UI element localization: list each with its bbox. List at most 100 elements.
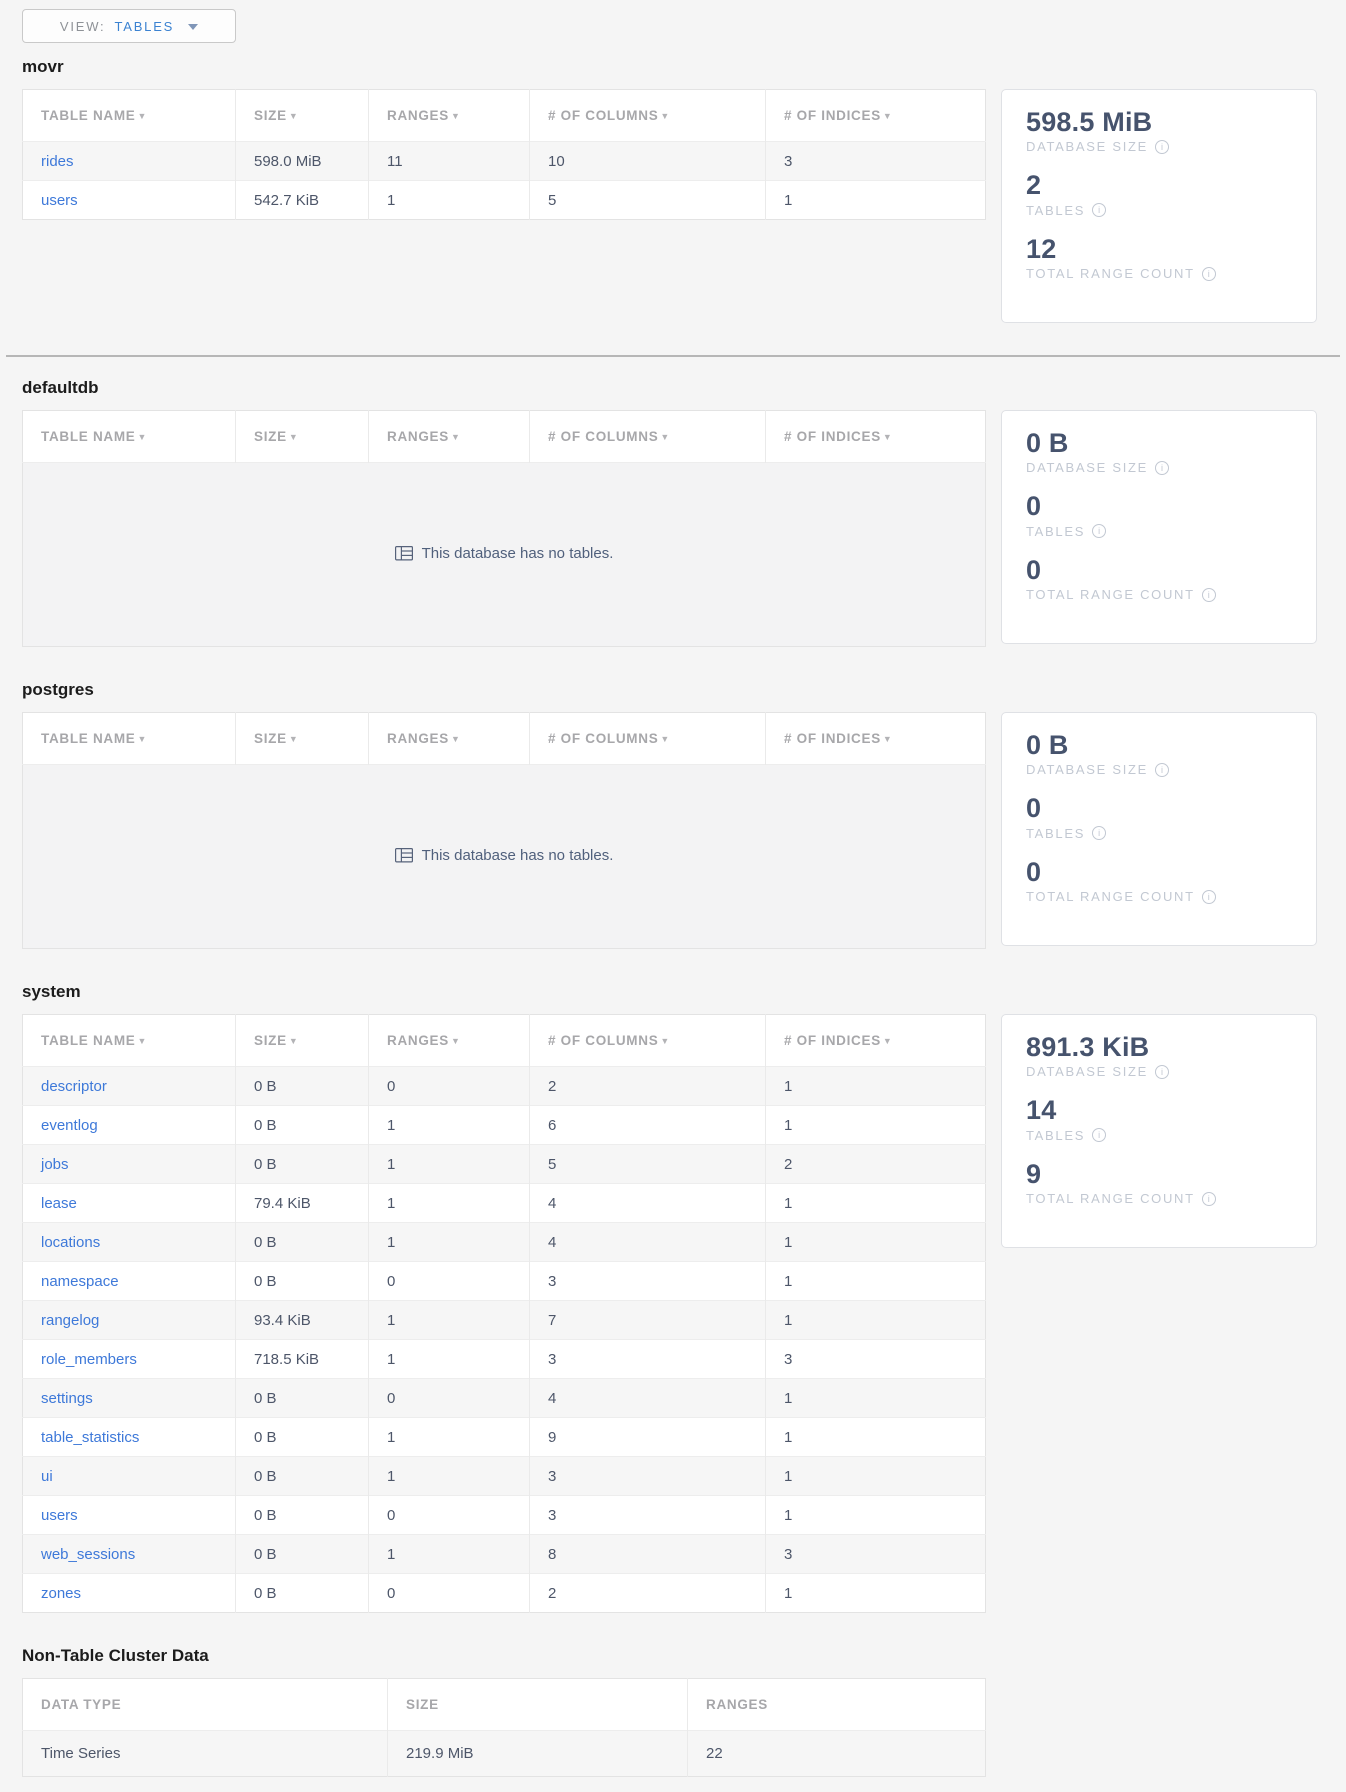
info-icon[interactable]: i — [1092, 1128, 1106, 1142]
table-cell: 0 B — [236, 1574, 369, 1613]
table-name-link[interactable]: role_members — [41, 1351, 137, 1368]
sort-desc-icon: ▼ — [451, 1036, 461, 1046]
table-cell: 79.4 KiB — [236, 1184, 369, 1223]
info-icon[interactable]: i — [1155, 763, 1169, 777]
stat-label-text: TABLES — [1026, 524, 1085, 539]
table-name-link[interactable]: rides — [41, 153, 74, 170]
table-cell: 7 — [530, 1301, 766, 1340]
info-icon[interactable]: i — [1092, 524, 1106, 538]
column-header-table-name[interactable]: TABLE NAME▼ — [23, 411, 236, 463]
info-icon[interactable]: i — [1202, 890, 1216, 904]
table-name-cell: web_sessions — [23, 1535, 236, 1574]
column-header-indices[interactable]: # OF INDICES▼ — [766, 90, 986, 142]
table-name-cell: jobs — [23, 1145, 236, 1184]
stat-tables: 0 TABLESi — [1026, 490, 1292, 538]
table-name-link[interactable]: users — [41, 192, 78, 209]
table-name-link[interactable]: jobs — [41, 1156, 69, 1173]
table-name-link[interactable]: table_statistics — [41, 1429, 139, 1446]
info-icon[interactable]: i — [1092, 203, 1106, 217]
info-icon[interactable]: i — [1202, 267, 1216, 281]
column-header-size[interactable]: SIZE▼ — [236, 90, 369, 142]
table-name-cell: locations — [23, 1223, 236, 1262]
info-icon[interactable]: i — [1155, 461, 1169, 475]
column-header-label: RANGES — [387, 429, 449, 444]
table-cell: 0 B — [236, 1067, 369, 1106]
table-name-link[interactable]: settings — [41, 1390, 93, 1407]
table-name-link[interactable]: zones — [41, 1585, 81, 1602]
stat-label-text: TOTAL RANGE COUNT — [1026, 587, 1195, 602]
stat-label-text: DATABASE SIZE — [1026, 460, 1148, 475]
table-row: namespace0 B031 — [23, 1262, 986, 1301]
column-header-table-name[interactable]: TABLE NAME▼ — [23, 1015, 236, 1067]
info-icon[interactable]: i — [1092, 826, 1106, 840]
table-row: ui0 B131 — [23, 1457, 986, 1496]
column-header-ranges[interactable]: RANGES▼ — [369, 713, 530, 765]
table-row: users542.7 KiB151 — [23, 181, 986, 220]
table-name-link[interactable]: web_sessions — [41, 1546, 135, 1563]
column-header-size[interactable]: SIZE▼ — [236, 713, 369, 765]
column-header-ranges[interactable]: RANGES▼ — [369, 1015, 530, 1067]
range-count-label: TOTAL RANGE COUNT i — [1026, 587, 1292, 602]
column-header-table-name[interactable]: TABLE NAME▼ — [23, 90, 236, 142]
info-icon[interactable]: i — [1202, 588, 1216, 602]
column-header-ranges[interactable]: RANGES▼ — [369, 90, 530, 142]
table-cell: 3 — [530, 1496, 766, 1535]
stat-range-count: 9 TOTAL RANGE COUNTi — [1026, 1158, 1292, 1206]
table-name-link[interactable]: descriptor — [41, 1078, 107, 1095]
column-header-ranges[interactable]: RANGES▼ — [369, 411, 530, 463]
column-header-indices[interactable]: # OF INDICES▼ — [766, 1015, 986, 1067]
table-cell: 5 — [530, 1145, 766, 1184]
table-cell: 1 — [369, 1145, 530, 1184]
info-icon[interactable]: i — [1155, 1065, 1169, 1079]
table-cell: 1 — [369, 1184, 530, 1223]
empty-state: This database has no tables. — [395, 847, 614, 864]
column-header-label: DATA TYPE — [41, 1697, 121, 1712]
table-cell: 1 — [766, 181, 986, 220]
table-name-link[interactable]: rangelog — [41, 1312, 99, 1329]
stat-range-count: 0 TOTAL RANGE COUNTi — [1026, 554, 1292, 602]
table-cell: 219.9 MiB — [388, 1731, 688, 1777]
column-header-label: SIZE — [254, 429, 287, 444]
table-name-link[interactable]: eventlog — [41, 1117, 98, 1134]
table-name-link[interactable]: users — [41, 1507, 78, 1524]
column-header-indices[interactable]: # OF INDICES▼ — [766, 713, 986, 765]
column-header-size[interactable]: SIZE▼ — [236, 411, 369, 463]
column-header-table-name[interactable]: TABLE NAME▼ — [23, 713, 236, 765]
table-cell: 0 B — [236, 1535, 369, 1574]
database-size-label: DATABASE SIZE i — [1026, 460, 1292, 475]
info-icon[interactable]: i — [1202, 1192, 1216, 1206]
table-cell: 3 — [530, 1457, 766, 1496]
tables-count-value: 14 — [1026, 1094, 1292, 1126]
sort-desc-icon: ▼ — [289, 432, 299, 442]
table-name-link[interactable]: lease — [41, 1195, 77, 1212]
table-cell: 3 — [530, 1340, 766, 1379]
table-name-link[interactable]: namespace — [41, 1273, 119, 1290]
table-name-link[interactable]: ui — [41, 1468, 53, 1485]
table-cell: 0 — [369, 1496, 530, 1535]
table-cell: 0 B — [236, 1379, 369, 1418]
column-header-size[interactable]: SIZE▼ — [236, 1015, 369, 1067]
stat-label-text: TOTAL RANGE COUNT — [1026, 889, 1195, 904]
table-name-link[interactable]: locations — [41, 1234, 100, 1251]
column-header-columns[interactable]: # OF COLUMNS▼ — [530, 90, 766, 142]
sort-desc-icon: ▼ — [138, 432, 148, 442]
table-name-cell: namespace — [23, 1262, 236, 1301]
sort-desc-icon: ▼ — [451, 111, 461, 121]
view-selector-dropdown[interactable]: VIEW: TABLES — [22, 9, 236, 43]
column-header-label: # OF INDICES — [784, 1033, 881, 1048]
database-stats-panel: 598.5 MiB DATABASE SIZEi 2 TABLESi 12 TO… — [1001, 89, 1317, 323]
table-cell: 1 — [766, 1262, 986, 1301]
sort-desc-icon: ▼ — [660, 432, 670, 442]
non-table-cluster-data-title: Non-Table Cluster Data — [22, 1646, 1317, 1666]
column-header-columns[interactable]: # OF COLUMNS▼ — [530, 1015, 766, 1067]
column-header-indices[interactable]: # OF INDICES▼ — [766, 411, 986, 463]
column-header-columns[interactable]: # OF COLUMNS▼ — [530, 411, 766, 463]
empty-message: This database has no tables. — [422, 545, 614, 562]
table-cell: 0 B — [236, 1106, 369, 1145]
column-header-columns[interactable]: # OF COLUMNS▼ — [530, 713, 766, 765]
table-cell: 1 — [766, 1067, 986, 1106]
table-header-row: DATA TYPE SIZE RANGES — [23, 1679, 986, 1731]
info-icon[interactable]: i — [1155, 140, 1169, 154]
table-cell: 0 B — [236, 1145, 369, 1184]
table-cell: 598.0 MiB — [236, 142, 369, 181]
